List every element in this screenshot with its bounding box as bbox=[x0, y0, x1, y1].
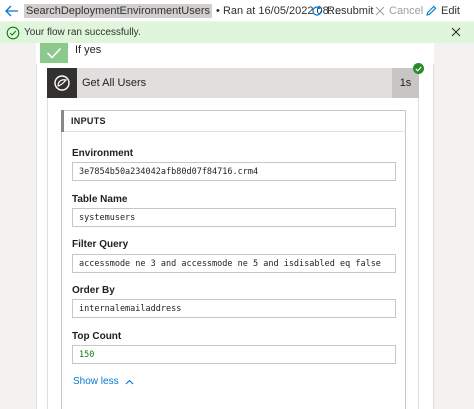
environment-value: 3e7854b50a234042afb80d07f84716.crm4 bbox=[72, 162, 396, 181]
pencil-icon bbox=[426, 5, 437, 16]
show-less-label: Show less bbox=[73, 376, 119, 387]
checkmark-icon bbox=[46, 47, 62, 59]
close-icon bbox=[375, 6, 385, 15]
inputs-accent-bar bbox=[61, 110, 64, 132]
table-name-value: systemusers bbox=[72, 208, 396, 227]
chevron-up-icon bbox=[125, 379, 133, 384]
if-yes-tile bbox=[40, 43, 68, 63]
order-by-value: internalemailaddress bbox=[72, 299, 396, 318]
resubmit-button[interactable]: Resubmit bbox=[311, 0, 373, 21]
inputs-header: INPUTS bbox=[61, 110, 406, 132]
success-message: Your flow ran successfully. bbox=[24, 27, 141, 38]
flow-name: SearchDeploymentEnvironmentUsers bbox=[24, 3, 213, 18]
dismiss-icon[interactable] bbox=[450, 26, 462, 38]
back-button[interactable] bbox=[0, 0, 24, 21]
action-title: Get All Users bbox=[82, 77, 147, 89]
edit-button[interactable]: Edit bbox=[426, 0, 460, 21]
resubmit-icon bbox=[312, 5, 322, 16]
filter-query-value: accessmode ne 3 and accessmode ne 5 and … bbox=[72, 254, 396, 273]
if-yes-label: If yes bbox=[75, 44, 102, 56]
success-status-icon bbox=[413, 63, 424, 74]
success-check-icon bbox=[6, 26, 20, 39]
command-bar: SearchDeploymentEnvironmentUsers • Ran a… bbox=[0, 0, 474, 21]
cancel-button[interactable]: Cancel bbox=[375, 0, 423, 21]
filter-query-label: Filter Query bbox=[72, 239, 129, 250]
dataverse-icon bbox=[47, 68, 77, 98]
show-less-link[interactable]: Show less bbox=[73, 376, 134, 387]
inputs-title: INPUTS bbox=[71, 116, 106, 126]
resubmit-label: Resubmit bbox=[327, 4, 374, 17]
table-name-label: Table Name bbox=[72, 194, 128, 205]
top-count-label: Top Count bbox=[72, 331, 122, 342]
cancel-label: Cancel bbox=[389, 4, 424, 17]
edit-label: Edit bbox=[441, 4, 460, 17]
order-by-label: Order By bbox=[72, 285, 115, 296]
environment-label: Environment bbox=[72, 148, 134, 159]
top-count-value: 150 bbox=[72, 345, 396, 364]
back-arrow-icon bbox=[5, 5, 18, 16]
dataverse-logo-icon bbox=[54, 75, 70, 91]
success-banner: Your flow ran successfully. bbox=[0, 22, 474, 43]
